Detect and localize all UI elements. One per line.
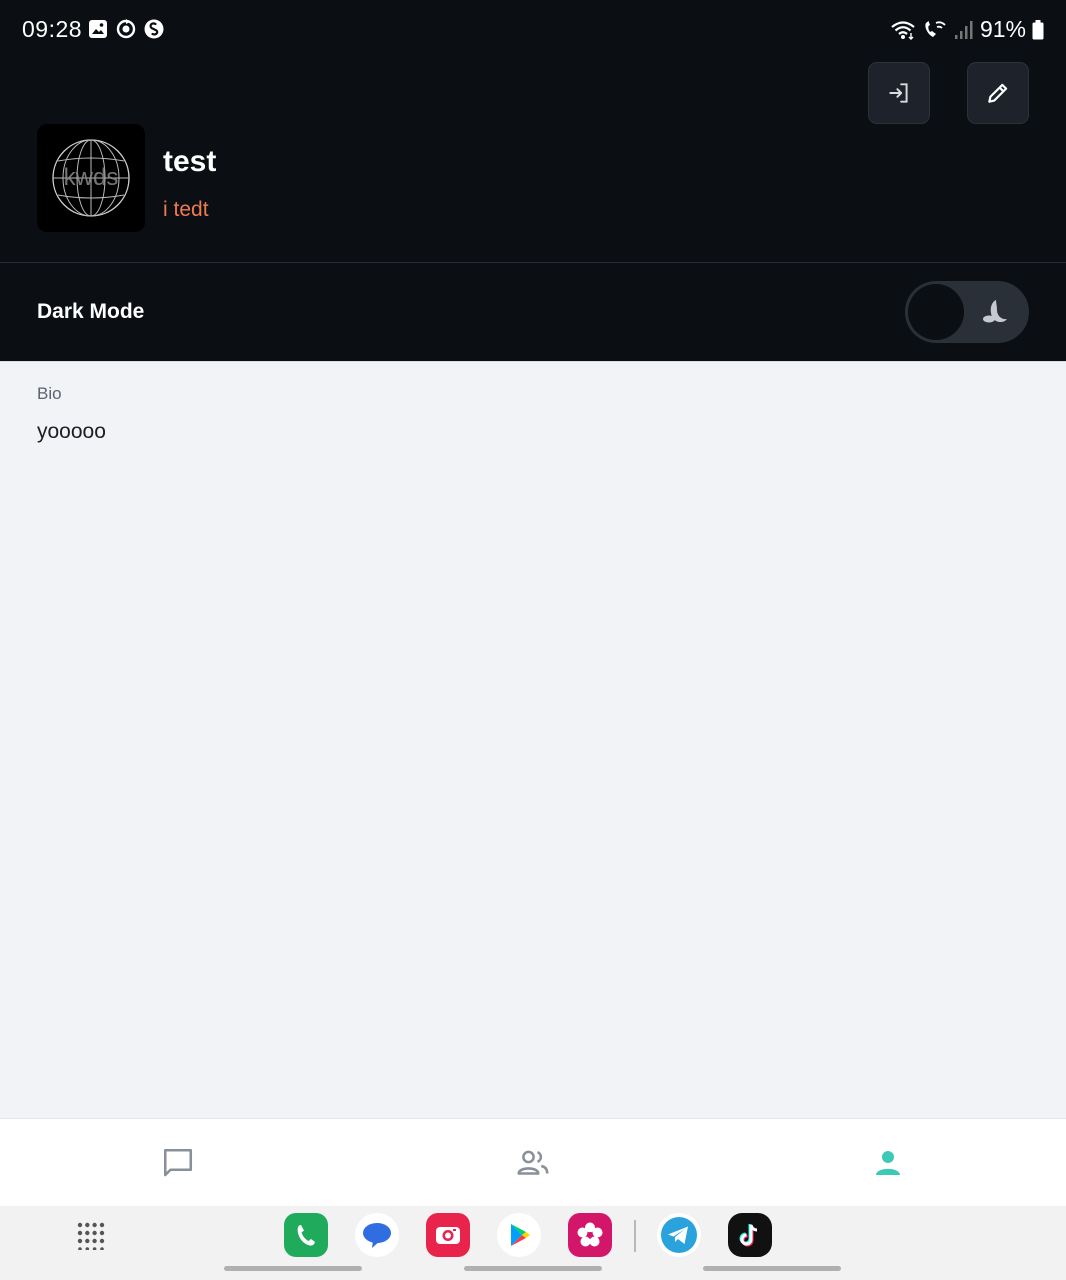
telegram-icon[interactable] xyxy=(657,1213,701,1257)
nav-contacts[interactable] xyxy=(509,1139,557,1187)
dock-separator xyxy=(634,1220,636,1252)
nav-chats[interactable] xyxy=(154,1139,202,1187)
notification-icons xyxy=(88,19,164,39)
moon-icon xyxy=(983,300,1007,323)
login-icon xyxy=(889,83,908,103)
shazam-icon xyxy=(144,19,164,39)
home-indicator-left xyxy=(224,1266,362,1271)
camera-app-icon[interactable] xyxy=(426,1213,470,1257)
edit-pencil-icon xyxy=(988,83,1008,103)
edit-profile-button[interactable] xyxy=(967,62,1029,124)
nav-profile[interactable] xyxy=(864,1139,912,1187)
home-indicator-right xyxy=(703,1266,841,1271)
play-store-icon[interactable] xyxy=(497,1213,541,1257)
bottom-navigation xyxy=(0,1118,1066,1206)
bio-text: yooooo xyxy=(37,420,106,443)
avatar-logo-text: kwds xyxy=(64,164,119,191)
bio-label: Bio xyxy=(37,384,62,403)
system-status: 91% xyxy=(890,16,1044,43)
toggle-knob xyxy=(908,284,964,340)
sync-icon xyxy=(116,19,136,39)
user-status: i tedt xyxy=(163,198,209,221)
username: test xyxy=(163,145,217,178)
status-time: 09:28 xyxy=(22,16,83,42)
avatar[interactable]: kwds xyxy=(37,124,145,232)
groups-icon xyxy=(517,1150,549,1175)
gallery-icon xyxy=(89,20,107,38)
tiktok-icon[interactable] xyxy=(728,1213,772,1257)
app-drawer-icon[interactable] xyxy=(77,1222,105,1250)
battery-icon xyxy=(1032,19,1044,39)
system-dock xyxy=(0,1206,1066,1280)
battery-percent: 91% xyxy=(979,16,1026,42)
gallery-flower-icon[interactable] xyxy=(568,1213,612,1257)
profile-icon xyxy=(876,1151,900,1175)
profile-content: Bio yooooo xyxy=(0,361,1066,1118)
login-button[interactable] xyxy=(868,62,930,124)
globe-logo-icon: kwds xyxy=(52,139,130,217)
dark-mode-label: Dark Mode xyxy=(37,300,145,323)
signal-icon xyxy=(954,20,973,39)
dark-mode-toggle[interactable] xyxy=(905,281,1029,343)
profile-header: kwds test i tedt xyxy=(0,48,1066,262)
wifi-call-icon xyxy=(925,20,946,37)
wifi-icon xyxy=(891,20,915,40)
chat-icon xyxy=(163,1148,193,1177)
messages-app-icon[interactable] xyxy=(355,1213,399,1257)
status-bar: 09:28 91% xyxy=(0,0,1066,48)
dark-mode-row: Dark Mode xyxy=(0,263,1066,361)
home-indicator-center xyxy=(464,1266,602,1271)
phone-app-icon[interactable] xyxy=(284,1213,328,1257)
